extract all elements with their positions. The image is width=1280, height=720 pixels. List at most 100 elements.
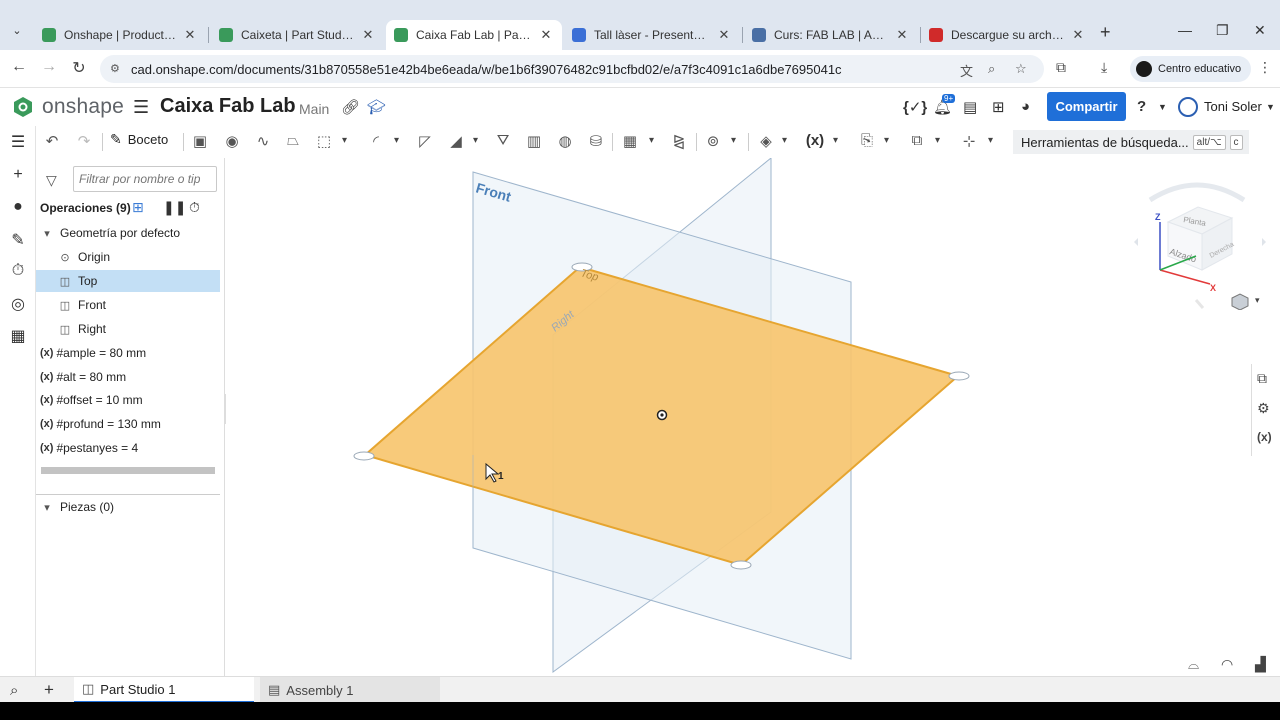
chevron-down-icon[interactable]: ▾	[40, 227, 54, 240]
sheet-metal-icon[interactable]: ⧉	[906, 132, 928, 149]
filter-icon[interactable]: ▽	[46, 172, 57, 189]
release-list-icon[interactable]: ▤	[963, 98, 977, 116]
zoom-icon[interactable]: ⌕	[988, 61, 995, 77]
help-dropdown-chevron-icon[interactable]: ▼	[1158, 102, 1167, 112]
dropdown-chevron-icon[interactable]: ▾	[884, 135, 889, 146]
draft-icon[interactable]: ◢	[445, 132, 467, 150]
dropdown-chevron-icon[interactable]: ▾	[342, 135, 347, 146]
variable-item[interactable]: (x) #alt = 80 mm	[36, 366, 220, 388]
variable-item[interactable]: (x) #offset = 10 mm	[36, 389, 220, 411]
appearance-icon[interactable]: ◕	[1021, 98, 1030, 115]
plane-icon[interactable]: ◈	[755, 132, 777, 150]
back-arrow-icon[interactable]: ←	[8, 58, 30, 76]
learning-center-icon[interactable]: 🎓︎	[367, 98, 386, 116]
site-info-icon[interactable]: ⚙	[110, 62, 120, 75]
close-tab-icon[interactable]: ✕	[894, 27, 910, 43]
undo-icon[interactable]: ↶	[41, 132, 63, 150]
feature-filter-input[interactable]	[73, 166, 217, 192]
feature-item-origin[interactable]: ⊙ Origin	[36, 246, 220, 268]
variable-icon[interactable]: (x)	[804, 132, 826, 149]
variable-item[interactable]: (x) #profund = 130 mm	[36, 413, 220, 435]
user-name[interactable]: Toni Soler	[1204, 99, 1262, 114]
plane-corner-handle[interactable]	[730, 560, 752, 570]
loft-icon[interactable]: ⏢	[282, 132, 304, 149]
dropdown-chevron-icon[interactable]: ▾	[394, 135, 399, 146]
tab-assembly-1[interactable]: ▤ Assembly 1	[260, 677, 440, 703]
view-cube[interactable]: Planta Alzado Derecha Z X	[1128, 180, 1268, 310]
view-options-cube-icon[interactable]	[1231, 293, 1249, 310]
downloads-icon[interactable]: ⤓	[1101, 59, 1107, 76]
chevron-down-icon[interactable]: ▾	[40, 501, 54, 514]
comments-icon[interactable]: ●	[8, 198, 28, 216]
notes-icon[interactable]: ✎	[8, 230, 28, 250]
forward-arrow-icon[interactable]: →	[38, 58, 60, 76]
browser-menu-icon[interactable]: ⋮	[1258, 59, 1272, 76]
variables-table-icon[interactable]: ▦	[8, 326, 28, 346]
dropdown-chevron-icon[interactable]: ▾	[935, 135, 940, 146]
document-title[interactable]: Caixa Fab Lab	[160, 95, 296, 118]
browser-tab[interactable]: Caixeta | Part Studio 1 ✕	[211, 20, 384, 50]
feature-list-scrollbar[interactable]	[41, 467, 215, 474]
feature-item-right[interactable]: ◫ Right	[36, 318, 220, 340]
view-cube-spin-handle[interactable]	[1194, 299, 1205, 309]
rib-icon[interactable]: ⛛	[492, 132, 514, 149]
configurations-icon[interactable]: ⚙	[1257, 400, 1270, 417]
stopwatch-icon[interactable]: ⏱	[189, 199, 200, 216]
restore-window-icon[interactable]: ❐	[1216, 22, 1229, 39]
section-view-icon[interactable]: ◠	[1221, 656, 1233, 673]
history-icon[interactable]: ⏱	[8, 262, 28, 280]
measure-tool-icon[interactable]: ▟	[1255, 656, 1266, 673]
cylinder-icon[interactable]: ⛁	[585, 132, 607, 150]
hole-icon[interactable]: ◍	[554, 132, 576, 150]
dropdown-chevron-icon[interactable]: ▾	[473, 135, 478, 146]
url-field[interactable]: ⚙ cad.onshape.com/documents/31b870558e51…	[100, 55, 1044, 83]
bookmark-star-icon[interactable]: ☆	[1015, 61, 1027, 77]
plane-corner-handle[interactable]	[353, 451, 375, 461]
fillet-icon[interactable]: ◜	[365, 132, 387, 150]
link-icon[interactable]: 🔗︎	[341, 98, 360, 116]
search-tools-button[interactable]: Herramientas de búsqueda... alt/⌥ c	[1013, 130, 1249, 154]
view-cube-left-arrow-icon[interactable]	[1134, 238, 1138, 246]
graphics-viewport[interactable]: Front Top Right 1	[226, 158, 1280, 676]
insert-icon[interactable]: +	[8, 166, 28, 184]
panel-divider[interactable]	[36, 494, 220, 495]
add-custom-feature-icon[interactable]: ⊹	[958, 132, 980, 150]
search-tabs-icon[interactable]: ⌕	[10, 682, 18, 699]
redo-icon[interactable]: ↷	[73, 132, 95, 150]
reload-icon[interactable]: ↻	[68, 58, 90, 78]
url-text[interactable]: cad.onshape.com/documents/31b870558e51e4…	[131, 62, 842, 77]
variable-item[interactable]: (x) #pestanyes = 4	[36, 437, 220, 459]
close-window-icon[interactable]: ✕	[1254, 22, 1266, 39]
mirror-icon[interactable]: ⧎	[668, 132, 690, 150]
user-menu-chevron-icon[interactable]: ▼	[1266, 102, 1275, 112]
parts-group[interactable]: ▾ Piezas (0)	[40, 496, 224, 518]
boolean-icon[interactable]: ⊚	[702, 132, 724, 150]
sketch-button[interactable]: ✎ Boceto	[110, 131, 168, 148]
view-cube-right-arrow-icon[interactable]	[1262, 238, 1266, 246]
featurescript-icon[interactable]: {✓}	[903, 98, 927, 116]
browser-tab[interactable]: Tall làser - Presentación ✕	[564, 20, 740, 50]
close-tab-icon[interactable]: ✕	[1070, 27, 1086, 43]
help-icon[interactable]: ?	[1137, 98, 1146, 115]
variable-item[interactable]: (x) #ample = 80 mm	[36, 342, 220, 364]
branch-label[interactable]: Main	[299, 101, 329, 117]
close-tab-icon[interactable]: ✕	[538, 27, 554, 43]
minimize-window-icon[interactable]: —	[1178, 22, 1192, 38]
sweep-icon[interactable]: ∿	[252, 132, 274, 150]
revolve-icon[interactable]: ◉	[221, 132, 243, 150]
translate-icon[interactable]: ⽂	[960, 61, 973, 80]
browser-tab[interactable]: Onshape | Product Develo ✕	[34, 20, 206, 50]
extensions-icon[interactable]: ⧉	[1056, 59, 1066, 76]
extrude-icon[interactable]: ▣	[189, 132, 211, 150]
browser-tab[interactable]: Descargue su archivo — C ✕	[921, 20, 1094, 50]
browser-tab[interactable]: Curs: FAB LAB | AULES ✕	[744, 20, 918, 50]
onshape-logo-icon[interactable]	[12, 96, 34, 118]
default-geometry-group[interactable]: ▾ Geometría por defecto	[40, 222, 224, 244]
pattern-icon[interactable]: ▦	[619, 132, 641, 150]
app-store-icon[interactable]: ⊞	[992, 98, 1005, 116]
close-tab-icon[interactable]: ✕	[716, 27, 732, 43]
dropdown-chevron-icon[interactable]: ▾	[731, 135, 736, 146]
onshape-logo-text[interactable]: onshape	[42, 95, 124, 119]
plane-corner-handle[interactable]	[948, 371, 970, 381]
dropdown-chevron-icon[interactable]: ▾	[833, 135, 838, 146]
